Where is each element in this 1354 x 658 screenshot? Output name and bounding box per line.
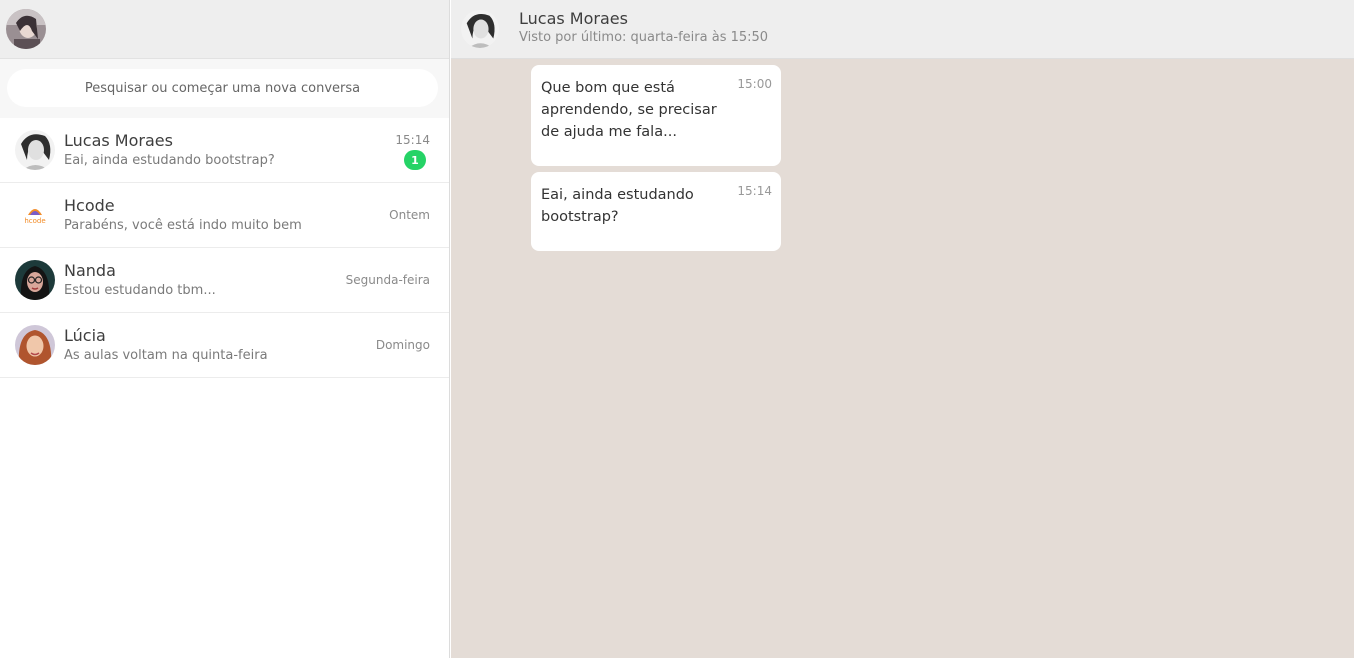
contact-last-message: Parabéns, você está indo muito bem [64, 218, 302, 233]
message-bubble[interactable]: Eai, ainda estudando bootstrap? 15:14 [531, 172, 781, 251]
contact-last-message: Eai, ainda estudando bootstrap? [64, 153, 275, 168]
search-input[interactable]: Pesquisar ou começar uma nova conversa [7, 69, 438, 107]
contact-item-hcode[interactable]: hcode Hcode Parabéns, você está indo mui… [0, 183, 449, 248]
message-bubble[interactable]: Que bom que está aprendendo, se precisar… [531, 65, 781, 166]
chat-contact-name: Lucas Moraes [519, 9, 628, 28]
avatar [15, 130, 55, 170]
chat-panel: Lucas Moraes Visto por último: quarta-fe… [451, 0, 1354, 658]
chat-header[interactable]: Lucas Moraes Visto por último: quarta-fe… [451, 0, 1354, 59]
hcode-logo-text: hcode [24, 217, 45, 225]
contact-last-message: Estou estudando tbm... [64, 283, 216, 298]
my-avatar[interactable] [6, 9, 46, 49]
contact-name: Nanda [64, 261, 116, 280]
message-text: Eai, ainda estudando bootstrap? [541, 187, 694, 225]
contact-item-nanda[interactable]: Nanda Estou estudando tbm... Segunda-fei… [0, 248, 449, 313]
search-placeholder: Pesquisar ou começar uma nova conversa [84, 80, 361, 96]
avatar [15, 325, 55, 365]
sidebar-header [0, 0, 449, 59]
message-text: Que bom que está aprendendo, se precisar… [541, 80, 717, 140]
contact-item-lucia[interactable]: Lúcia As aulas voltam na quinta-feira Do… [0, 313, 449, 378]
search-area: Pesquisar ou começar uma nova conversa [0, 59, 449, 118]
sidebar: Pesquisar ou começar uma nova conversa L… [0, 0, 450, 658]
contact-name: Lucas Moraes [64, 131, 173, 150]
contact-item-lucas-moraes[interactable]: Lucas Moraes Eai, ainda estudando bootst… [0, 118, 449, 183]
message-time: 15:14 [737, 184, 772, 198]
contact-last-message: As aulas voltam na quinta-feira [64, 348, 268, 363]
contact-name: Lúcia [64, 326, 106, 345]
contact-name: Hcode [64, 196, 115, 215]
contact-time: Segunda-feira [345, 273, 430, 287]
contact-time: Ontem [389, 208, 430, 222]
avatar: hcode [15, 195, 55, 235]
message-time: 15:00 [737, 77, 772, 91]
chat-last-seen: Visto por último: quarta-feira às 15:50 [519, 30, 769, 45]
chat-contact-avatar[interactable] [461, 10, 499, 48]
unread-badge: 1 [404, 150, 426, 170]
contact-time: 15:14 [395, 133, 430, 147]
contact-time: Domingo [375, 338, 430, 352]
avatar [15, 260, 55, 300]
